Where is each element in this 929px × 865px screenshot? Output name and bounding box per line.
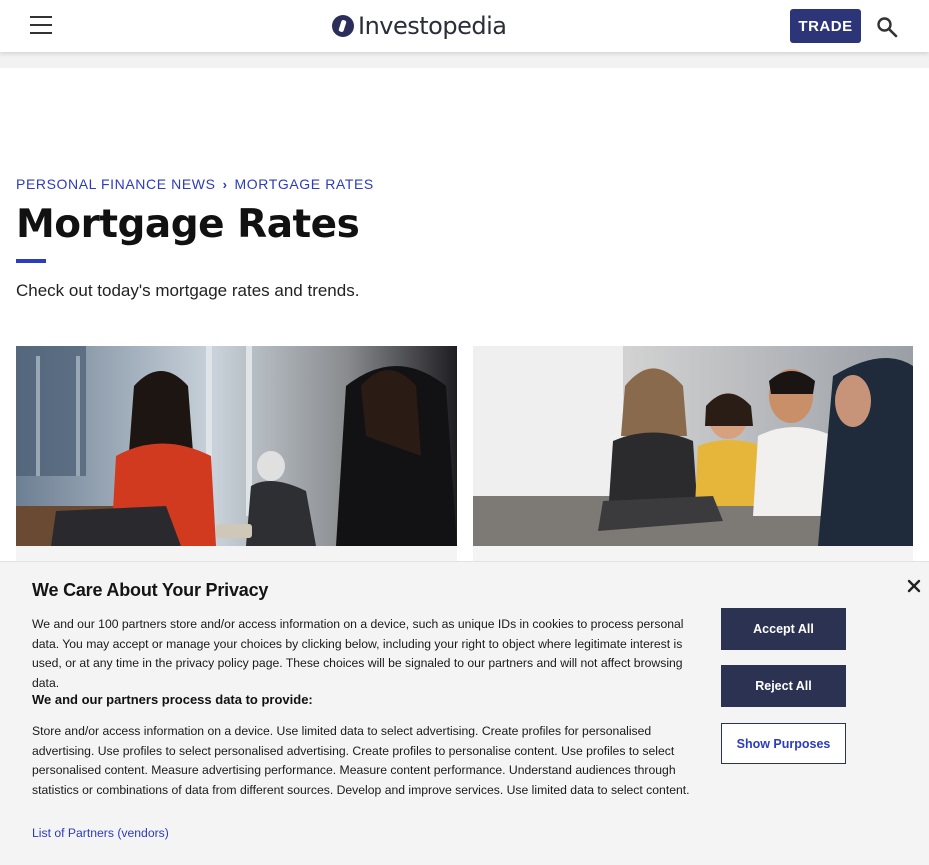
article-image <box>16 346 457 546</box>
trade-button[interactable]: TRADE <box>790 9 861 43</box>
privacy-subheading: We and our partners process data to prov… <box>32 692 313 707</box>
privacy-body: We and our 100 partners store and/or acc… <box>32 617 684 690</box>
partners-link[interactable]: List of Partners (vendors) <box>32 826 169 840</box>
article-card[interactable] <box>473 346 913 566</box>
hamburger-menu-icon[interactable] <box>30 16 54 36</box>
article-image <box>473 346 913 546</box>
reject-all-button[interactable]: Reject All <box>721 665 846 707</box>
logo-text: Investopedia <box>358 12 507 40</box>
privacy-purposes: Store and/or access information on a dev… <box>32 724 690 797</box>
breadcrumb-mortgage-rates[interactable]: MORTGAGE RATES <box>235 176 374 192</box>
privacy-banner: We Care About Your Privacy We and our 10… <box>0 561 929 865</box>
site-header: Investopedia TRADE <box>0 0 929 52</box>
show-purposes-button[interactable]: Show Purposes <box>721 723 846 764</box>
breadcrumb-personal-finance-news[interactable]: PERSONAL FINANCE NEWS <box>16 176 216 192</box>
header-divider-band <box>0 52 929 68</box>
title-underline <box>16 259 46 263</box>
close-icon[interactable] <box>906 578 922 594</box>
search-icon[interactable] <box>876 16 898 38</box>
article-card[interactable] <box>16 346 457 566</box>
chevron-right-icon: › <box>222 176 228 192</box>
investopedia-logo[interactable]: Investopedia <box>332 10 507 42</box>
privacy-title: We Care About Your Privacy <box>32 580 269 600</box>
page-title: Mortgage Rates <box>16 202 360 247</box>
page-subtitle: Check out today's mortgage rates and tre… <box>16 281 360 300</box>
breadcrumb: PERSONAL FINANCE NEWS › MORTGAGE RATES <box>16 176 374 192</box>
logo-mark-icon <box>332 15 354 37</box>
accept-all-button[interactable]: Accept All <box>721 608 846 650</box>
